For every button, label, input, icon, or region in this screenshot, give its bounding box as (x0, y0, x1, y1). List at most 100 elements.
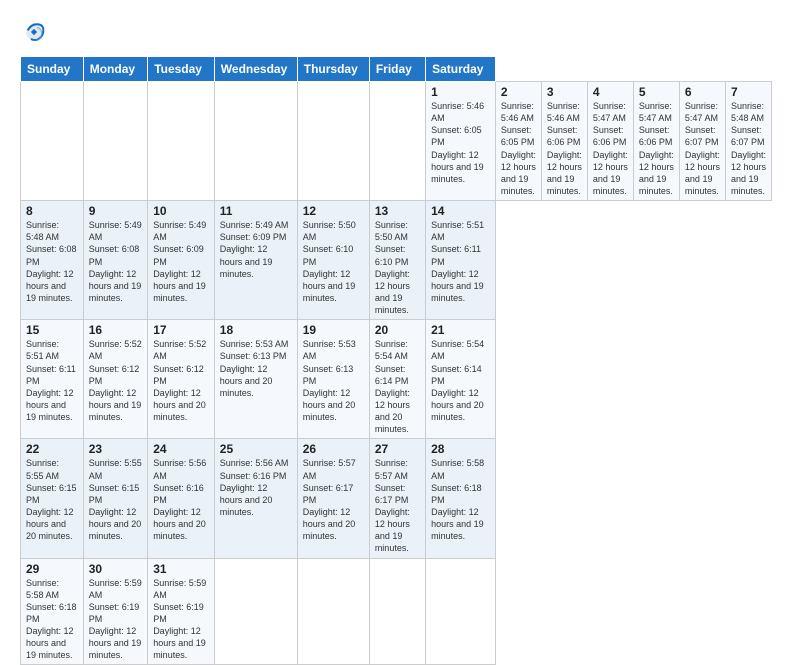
calendar-week-1: 1 Sunrise: 5:46 AMSunset: 6:05 PMDaylight… (21, 82, 772, 201)
day-info: Sunrise: 5:48 AMSunset: 6:08 PMDaylight:… (26, 220, 77, 303)
header (20, 18, 772, 46)
calendar-empty-cell (148, 82, 215, 201)
day-number: 21 (431, 323, 490, 337)
day-number: 3 (547, 85, 582, 99)
calendar-day-29: 29Sunrise: 5:58 AMSunset: 6:18 PMDayligh… (21, 558, 84, 665)
day-info: Sunrise: 5:58 AMSunset: 6:18 PMDaylight:… (431, 458, 484, 541)
calendar-day-14: 14Sunrise: 5:51 AMSunset: 6:11 PMDayligh… (426, 201, 496, 320)
day-number: 20 (375, 323, 420, 337)
day-info: Sunrise: 5:46 AMSunset: 6:06 PMDaylight:… (547, 101, 582, 196)
day-info: Sunrise: 5:46 AMSunset: 6:05 PMDaylight:… (431, 101, 484, 184)
calendar-day-10: 10 Sunrise: 5:49 AMSunset: 6:09 PMDayligh… (148, 201, 215, 320)
page: SundayMondayTuesdayWednesdayThursdayFrid… (0, 0, 792, 612)
day-number: 28 (431, 442, 490, 456)
day-number: 25 (220, 442, 292, 456)
day-info: Sunrise: 5:49 AMSunset: 6:08 PMDaylight:… (89, 220, 142, 303)
calendar-header-wednesday: Wednesday (214, 57, 297, 82)
logo-icon (20, 18, 48, 46)
calendar-day-19: 19 Sunrise: 5:53 AMSunset: 6:13 PMDayligh… (297, 320, 369, 439)
day-number: 1 (431, 85, 490, 99)
day-info: Sunrise: 5:52 AMSunset: 6:12 PMDaylight:… (89, 339, 142, 422)
calendar-day-1: 1 Sunrise: 5:46 AMSunset: 6:05 PMDaylight… (426, 82, 496, 201)
calendar-header-tuesday: Tuesday (148, 57, 215, 82)
day-info: Sunrise: 5:50 AMSunset: 6:10 PMDaylight:… (375, 220, 410, 315)
day-info: Sunrise: 5:51 AMSunset: 6:11 PMDaylight:… (431, 220, 484, 303)
calendar-day-6: 6 Sunrise: 5:47 AMSunset: 6:07 PMDaylight… (679, 82, 725, 201)
calendar-empty-cell (369, 558, 425, 665)
calendar-empty-cell (297, 82, 369, 201)
day-number: 13 (375, 204, 420, 218)
calendar-empty-cell (21, 82, 84, 201)
day-info: Sunrise: 5:57 AMSunset: 6:17 PMDaylight:… (303, 458, 356, 541)
day-number: 7 (731, 85, 766, 99)
day-number: 23 (89, 442, 142, 456)
calendar-week-3: 15Sunrise: 5:51 AMSunset: 6:11 PMDayligh… (21, 320, 772, 439)
calendar-day-5: 5 Sunrise: 5:47 AMSunset: 6:06 PMDaylight… (633, 82, 679, 201)
calendar-day-4: 4Sunrise: 5:47 AMSunset: 6:06 PMDaylight… (587, 82, 633, 201)
day-number: 24 (153, 442, 209, 456)
calendar-day-31: 31Sunrise: 5:59 AMSunset: 6:19 PMDayligh… (148, 558, 215, 665)
day-info: Sunrise: 5:59 AMSunset: 6:19 PMDaylight:… (153, 578, 206, 661)
calendar-week-4: 22 Sunrise: 5:55 AMSunset: 6:15 PMDayligh… (21, 439, 772, 558)
calendar-day-9: 9 Sunrise: 5:49 AMSunset: 6:08 PMDaylight… (83, 201, 147, 320)
day-info: Sunrise: 5:52 AMSunset: 6:12 PMDaylight:… (153, 339, 206, 422)
day-number: 5 (639, 85, 674, 99)
calendar-day-16: 16 Sunrise: 5:52 AMSunset: 6:12 PMDayligh… (83, 320, 147, 439)
calendar-day-26: 26 Sunrise: 5:57 AMSunset: 6:17 PMDayligh… (297, 439, 369, 558)
calendar-empty-cell (426, 558, 496, 665)
day-info: Sunrise: 5:53 AMSunset: 6:13 PMDaylight:… (220, 339, 289, 398)
calendar-header-friday: Friday (369, 57, 425, 82)
day-info: Sunrise: 5:49 AMSunset: 6:09 PMDaylight:… (220, 220, 289, 279)
day-number: 16 (89, 323, 142, 337)
calendar-day-20: 20Sunrise: 5:54 AMSunset: 6:14 PMDayligh… (369, 320, 425, 439)
day-number: 17 (153, 323, 209, 337)
calendar-day-22: 22Sunrise: 5:55 AMSunset: 6:15 PMDayligh… (21, 439, 84, 558)
calendar-day-11: 11Sunrise: 5:49 AMSunset: 6:09 PMDayligh… (214, 201, 297, 320)
calendar-day-12: 12 Sunrise: 5:50 AMSunset: 6:10 PMDayligh… (297, 201, 369, 320)
day-number: 6 (685, 85, 720, 99)
day-info: Sunrise: 5:47 AMSunset: 6:07 PMDaylight:… (685, 101, 720, 196)
day-info: Sunrise: 5:47 AMSunset: 6:06 PMDaylight:… (639, 101, 674, 196)
day-number: 8 (26, 204, 78, 218)
calendar-day-2: 2 Sunrise: 5:46 AMSunset: 6:05 PMDaylight… (495, 82, 541, 201)
calendar-day-7: 7 Sunrise: 5:48 AMSunset: 6:07 PMDaylight… (725, 82, 771, 201)
day-number: 19 (303, 323, 364, 337)
day-info: Sunrise: 5:53 AMSunset: 6:13 PMDaylight:… (303, 339, 356, 422)
day-info: Sunrise: 5:47 AMSunset: 6:06 PMDaylight:… (593, 101, 628, 196)
day-number: 9 (89, 204, 142, 218)
calendar-empty-cell (214, 82, 297, 201)
day-number: 27 (375, 442, 420, 456)
calendar-empty-cell (83, 82, 147, 201)
calendar-day-17: 17 Sunrise: 5:52 AMSunset: 6:12 PMDayligh… (148, 320, 215, 439)
calendar-day-25: 25 Sunrise: 5:56 AMSunset: 6:16 PMDayligh… (214, 439, 297, 558)
calendar-day-18: 18 Sunrise: 5:53 AMSunset: 6:13 PMDayligh… (214, 320, 297, 439)
day-number: 22 (26, 442, 78, 456)
day-info: Sunrise: 5:55 AMSunset: 6:15 PMDaylight:… (89, 458, 142, 541)
calendar-header-row: SundayMondayTuesdayWednesdayThursdayFrid… (21, 57, 772, 82)
calendar-day-30: 30 Sunrise: 5:59 AMSunset: 6:19 PMDayligh… (83, 558, 147, 665)
day-info: Sunrise: 5:46 AMSunset: 6:05 PMDaylight:… (501, 101, 536, 196)
day-info: Sunrise: 5:56 AMSunset: 6:16 PMDaylight:… (220, 458, 289, 517)
calendar-day-28: 28 Sunrise: 5:58 AMSunset: 6:18 PMDayligh… (426, 439, 496, 558)
calendar-header-sunday: Sunday (21, 57, 84, 82)
calendar-day-23: 23 Sunrise: 5:55 AMSunset: 6:15 PMDayligh… (83, 439, 147, 558)
day-number: 2 (501, 85, 536, 99)
day-number: 18 (220, 323, 292, 337)
day-info: Sunrise: 5:59 AMSunset: 6:19 PMDaylight:… (89, 578, 142, 661)
day-number: 10 (153, 204, 209, 218)
logo (20, 18, 52, 46)
calendar-empty-cell (214, 558, 297, 665)
day-number: 30 (89, 562, 142, 576)
day-info: Sunrise: 5:50 AMSunset: 6:10 PMDaylight:… (303, 220, 356, 303)
calendar-day-24: 24Sunrise: 5:56 AMSunset: 6:16 PMDayligh… (148, 439, 215, 558)
day-number: 26 (303, 442, 364, 456)
day-info: Sunrise: 5:51 AMSunset: 6:11 PMDaylight:… (26, 339, 76, 422)
calendar-header-monday: Monday (83, 57, 147, 82)
day-info: Sunrise: 5:49 AMSunset: 6:09 PMDaylight:… (153, 220, 206, 303)
day-info: Sunrise: 5:48 AMSunset: 6:07 PMDaylight:… (731, 101, 766, 196)
calendar-day-8: 8 Sunrise: 5:48 AMSunset: 6:08 PMDaylight… (21, 201, 84, 320)
day-number: 12 (303, 204, 364, 218)
day-info: Sunrise: 5:58 AMSunset: 6:18 PMDaylight:… (26, 578, 77, 661)
day-info: Sunrise: 5:54 AMSunset: 6:14 PMDaylight:… (431, 339, 484, 422)
calendar-week-2: 8 Sunrise: 5:48 AMSunset: 6:08 PMDaylight… (21, 201, 772, 320)
